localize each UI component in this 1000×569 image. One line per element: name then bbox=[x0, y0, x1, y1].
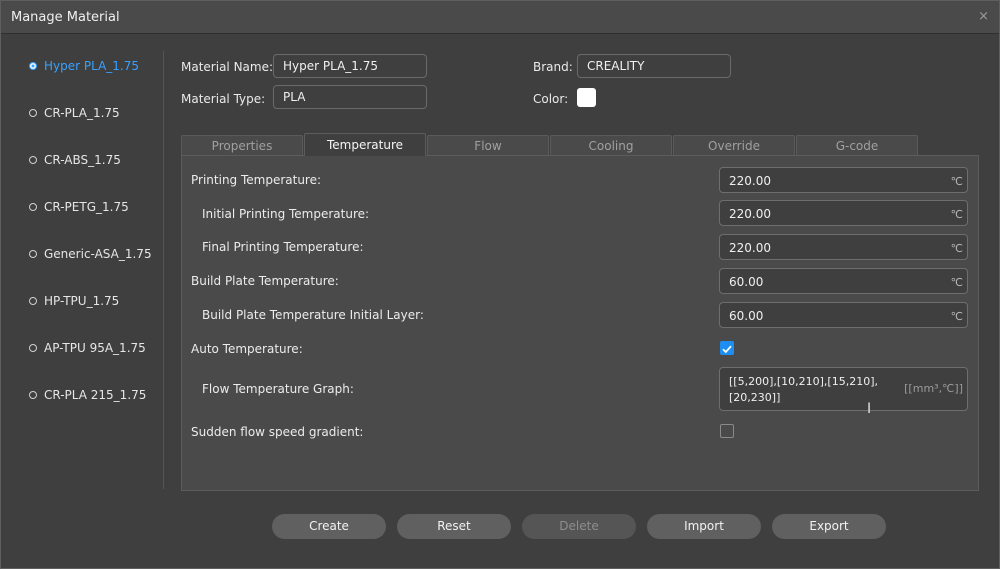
unit-label: [[mm³,℃]] bbox=[904, 382, 963, 395]
brand-input[interactable] bbox=[577, 54, 731, 78]
material-item-cr-petg[interactable]: CR-PETG_1.75 bbox=[29, 197, 129, 217]
unit-label: ℃ bbox=[950, 310, 963, 323]
checkmark-icon bbox=[722, 345, 732, 354]
printing-temperature-label: Printing Temperature: bbox=[191, 173, 322, 187]
build-plate-temperature-label: Build Plate Temperature: bbox=[191, 274, 339, 288]
initial-printing-temperature-label: Initial Printing Temperature: bbox=[202, 207, 370, 221]
brand-label: Brand: bbox=[533, 60, 573, 74]
field-value: [[5,200],[10,210],[15,210],[20,230]] bbox=[729, 375, 878, 404]
field-value: 220.00 bbox=[729, 241, 771, 255]
material-item-label: Hyper PLA_1.75 bbox=[44, 59, 139, 73]
material-type-input[interactable] bbox=[273, 85, 427, 109]
material-item-cr-abs[interactable]: CR-ABS_1.75 bbox=[29, 150, 121, 170]
manage-material-dialog: Manage Material × Hyper PLA_1.75 CR-PLA_… bbox=[0, 0, 1000, 569]
field-value: 220.00 bbox=[729, 207, 771, 221]
create-button[interactable]: Create bbox=[272, 514, 386, 539]
tab-properties[interactable]: Properties bbox=[181, 135, 303, 155]
unit-label: ℃ bbox=[950, 175, 963, 188]
field-value: 220.00 bbox=[729, 174, 771, 188]
build-plate-temperature-input[interactable]: 60.00 ℃ bbox=[719, 268, 968, 294]
unit-label: ℃ bbox=[950, 208, 963, 221]
text-cursor-icon: I bbox=[867, 401, 872, 417]
material-type-label: Material Type: bbox=[181, 92, 266, 106]
material-list: Hyper PLA_1.75 CR-PLA_1.75 CR-ABS_1.75 C… bbox=[1, 41, 161, 491]
material-item-label: CR-ABS_1.75 bbox=[44, 153, 121, 167]
radio-icon bbox=[29, 297, 37, 305]
reset-button[interactable]: Reset bbox=[397, 514, 511, 539]
unit-label: ℃ bbox=[950, 242, 963, 255]
material-item-label: HP-TPU_1.75 bbox=[44, 294, 120, 308]
material-item-hp-tpu[interactable]: HP-TPU_1.75 bbox=[29, 291, 119, 311]
title-bar[interactable]: Manage Material × bbox=[1, 1, 999, 34]
final-printing-temperature-label: Final Printing Temperature: bbox=[202, 240, 364, 254]
build-plate-initial-layer-label: Build Plate Temperature Initial Layer: bbox=[202, 308, 424, 322]
delete-button[interactable]: Delete bbox=[522, 514, 636, 539]
flow-temperature-graph-input[interactable]: [[5,200],[10,210],[15,210],[20,230]] [[m… bbox=[719, 367, 968, 411]
material-item-hyper-pla[interactable]: Hyper PLA_1.75 bbox=[29, 56, 139, 76]
unit-label: ℃ bbox=[950, 276, 963, 289]
field-value: 60.00 bbox=[729, 275, 764, 289]
auto-temperature-checkbox[interactable] bbox=[720, 341, 734, 355]
material-item-ap-tpu[interactable]: AP-TPU 95A_1.75 bbox=[29, 338, 146, 358]
material-item-label: CR-PLA 215_1.75 bbox=[44, 388, 147, 402]
printing-temperature-input[interactable]: 220.00 ℃ bbox=[719, 167, 968, 193]
initial-printing-temperature-input[interactable]: 220.00 ℃ bbox=[719, 200, 968, 226]
export-button[interactable]: Export bbox=[772, 514, 886, 539]
radio-icon bbox=[29, 109, 37, 117]
flow-temperature-graph-label: Flow Temperature Graph: bbox=[202, 382, 354, 396]
import-button[interactable]: Import bbox=[647, 514, 761, 539]
material-item-label: CR-PETG_1.75 bbox=[44, 200, 129, 214]
build-plate-initial-layer-input[interactable]: 60.00 ℃ bbox=[719, 302, 968, 328]
radio-icon bbox=[29, 203, 37, 211]
material-item-label: Generic-ASA_1.75 bbox=[44, 247, 152, 261]
final-printing-temperature-input[interactable]: 220.00 ℃ bbox=[719, 234, 968, 260]
material-name-label: Material Name: bbox=[181, 60, 274, 74]
material-item-generic-asa[interactable]: Generic-ASA_1.75 bbox=[29, 244, 152, 264]
material-item-label: AP-TPU 95A_1.75 bbox=[44, 341, 146, 355]
material-item-cr-pla-215[interactable]: CR-PLA 215_1.75 bbox=[29, 385, 146, 405]
material-name-input[interactable] bbox=[273, 54, 427, 78]
tab-flow[interactable]: Flow bbox=[427, 135, 549, 155]
radio-selected-icon bbox=[29, 62, 37, 70]
close-icon[interactable]: × bbox=[978, 9, 989, 24]
material-item-cr-pla[interactable]: CR-PLA_1.75 bbox=[29, 103, 120, 123]
tab-bar: Properties Temperature Flow Cooling Over… bbox=[181, 133, 981, 156]
color-swatch[interactable] bbox=[577, 88, 596, 107]
tab-override[interactable]: Override bbox=[673, 135, 795, 155]
color-label: Color: bbox=[533, 92, 569, 106]
radio-icon bbox=[29, 156, 37, 164]
sudden-flow-speed-gradient-label: Sudden flow speed gradient: bbox=[191, 425, 364, 439]
tab-temperature[interactable]: Temperature bbox=[304, 133, 426, 156]
tab-gcode[interactable]: G-code bbox=[796, 135, 918, 155]
radio-icon bbox=[29, 344, 37, 352]
field-value: 60.00 bbox=[729, 309, 764, 323]
material-item-label: CR-PLA_1.75 bbox=[44, 106, 120, 120]
radio-icon bbox=[29, 391, 37, 399]
auto-temperature-label: Auto Temperature: bbox=[191, 342, 303, 356]
window-title: Manage Material bbox=[11, 10, 120, 25]
radio-icon bbox=[29, 250, 37, 258]
tab-cooling[interactable]: Cooling bbox=[550, 135, 672, 155]
sudden-flow-speed-gradient-checkbox[interactable] bbox=[720, 424, 734, 438]
sidebar-divider bbox=[163, 51, 164, 489]
